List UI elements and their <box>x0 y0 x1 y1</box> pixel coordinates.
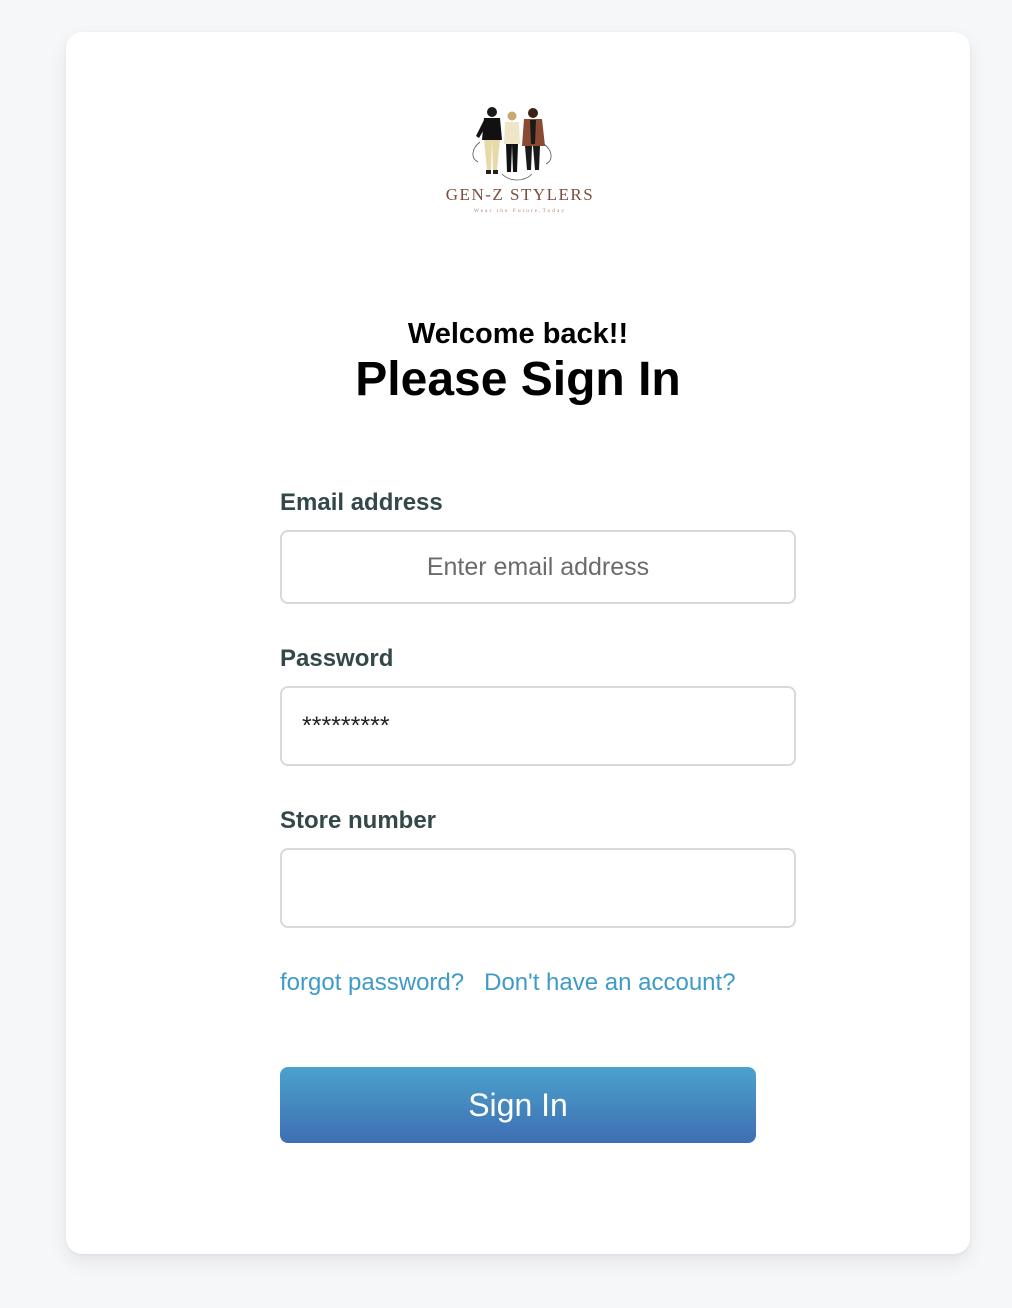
password-field[interactable] <box>280 686 796 766</box>
logo-figure-left <box>476 107 502 174</box>
store-number-label: Store number <box>280 807 437 834</box>
sign-in-button[interactable]: Sign In <box>280 1067 756 1143</box>
password-label: Password <box>280 645 394 672</box>
brand-logo: GEN-Z STYLERS Wear the Future,Today <box>432 104 608 220</box>
logo-figure-middle <box>504 111 520 172</box>
store-number-field[interactable] <box>280 848 796 928</box>
auth-links: forgot password? Don't have an account? <box>280 968 736 998</box>
logo-figure-right <box>522 108 545 170</box>
sign-up-link[interactable]: Don't have an account? <box>484 969 735 996</box>
brand-logo-image: GEN-Z STYLERS Wear the Future,Today <box>446 107 594 214</box>
page-title: Please Sign In <box>355 353 681 406</box>
sign-in-card: GEN-Z STYLERS Wear the Future,Today Welc… <box>66 32 970 1254</box>
forgot-password-link[interactable]: forgot password? <box>280 969 464 996</box>
email-label: Email address <box>280 489 443 516</box>
brand-tagline: Wear the Future,Today <box>474 208 566 214</box>
email-field[interactable] <box>280 530 796 604</box>
welcome-text: Welcome back!! <box>407 318 629 350</box>
brand-name: GEN-Z STYLERS <box>446 185 594 204</box>
